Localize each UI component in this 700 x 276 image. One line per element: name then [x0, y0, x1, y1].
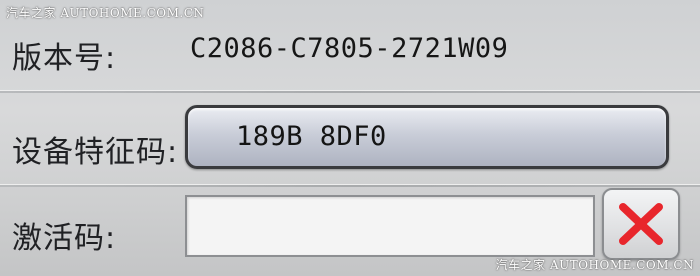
activation-code-label: 激活码:: [12, 221, 117, 256]
version-value: C2086-C7805-2721W09: [190, 33, 509, 64]
device-code-label: 设备特征码:: [12, 135, 179, 170]
activation-code-input[interactable]: [185, 195, 595, 257]
close-icon: [619, 203, 663, 245]
version-row: 版本号: C2086-C7805-2721W09: [0, 0, 700, 92]
watermark-bottom: 汽车之家 AUTOHOME.COM.CN: [495, 258, 694, 272]
device-code-field: 189B 8DF0: [185, 105, 669, 169]
device-code-row: 设备特征码: 189B 8DF0: [0, 92, 700, 186]
clear-button[interactable]: [602, 188, 680, 260]
device-code-value: 189B 8DF0: [236, 121, 387, 152]
version-label: 版本号:: [12, 41, 117, 76]
